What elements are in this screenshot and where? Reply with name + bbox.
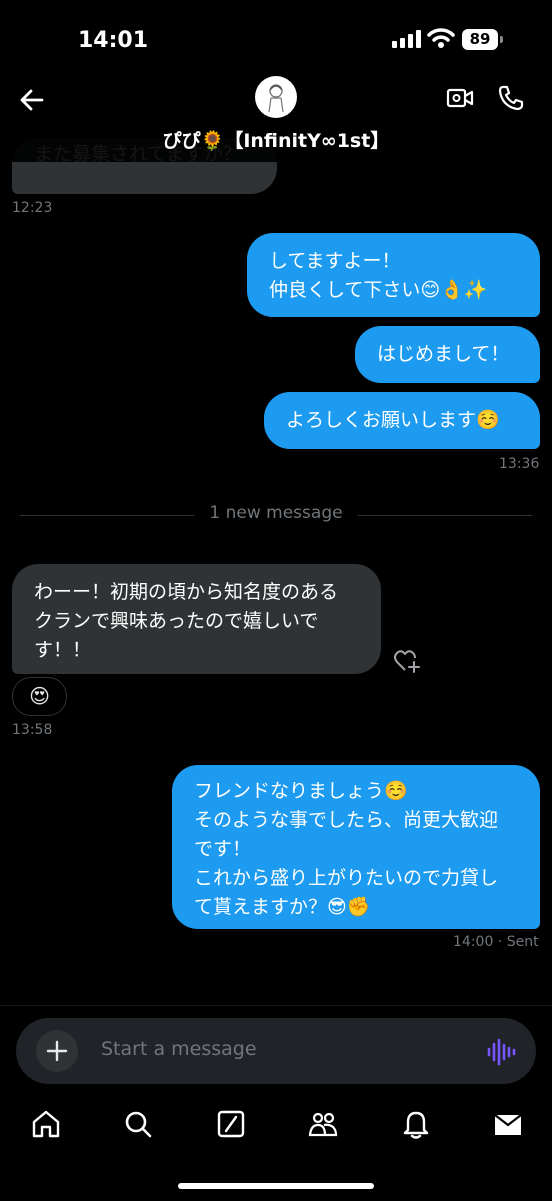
search-icon[interactable]: [122, 1108, 154, 1140]
message-timestamp: 13:58: [12, 722, 53, 738]
wifi-icon: [427, 28, 455, 48]
notifications-icon[interactable]: [400, 1108, 432, 1140]
communities-icon[interactable]: [307, 1108, 339, 1140]
message-reaction[interactable]: 😍: [12, 677, 67, 716]
messages-icon[interactable]: [492, 1108, 524, 1140]
conversation-header: ぴぴ🌻【InfinitY∞1st】: [0, 70, 552, 162]
home-indicator: [178, 1183, 374, 1189]
plus-icon: [46, 1040, 68, 1062]
message-input[interactable]: Start a message: [101, 1038, 257, 1060]
message-bubble-outgoing[interactable]: してますよー！ 仲良くして下さい😊👌✨: [247, 233, 540, 317]
cellular-signal-icon: [392, 30, 421, 48]
battery-indicator: 89: [462, 29, 503, 50]
status-bar: 14:01 89: [0, 0, 552, 80]
avatar[interactable]: [255, 76, 297, 118]
voice-message-icon[interactable]: [486, 1038, 516, 1066]
grok-icon[interactable]: [215, 1108, 247, 1140]
new-message-label: 1 new message: [209, 503, 343, 523]
status-time: 14:01: [78, 28, 149, 53]
message-bubble-outgoing[interactable]: よろしくお願いします☺️: [264, 392, 540, 449]
phone-icon[interactable]: [497, 84, 525, 112]
arrow-left-icon[interactable]: [18, 86, 46, 114]
video-call-icon[interactable]: [446, 86, 474, 110]
message-timestamp: 14:00 · Sent: [453, 934, 539, 950]
add-reaction-icon[interactable]: [393, 648, 421, 674]
message-timestamp: 12:23: [12, 200, 53, 216]
new-message-divider: 1 new message: [20, 501, 532, 529]
conversation-title[interactable]: ぴぴ🌻【InfinitY∞1st】: [0, 126, 552, 153]
message-timestamp: 13:36: [499, 456, 540, 472]
message-bubble-outgoing[interactable]: はじめまして！: [355, 326, 540, 383]
message-bubble-incoming[interactable]: わーー！初期の頃から知名度のある クランで興味あったので嬉しいで す！！: [12, 564, 381, 674]
message-list[interactable]: また募集されてますか？ 12:23 してますよー！ 仲良くして下さい😊👌✨ はじ…: [0, 130, 552, 1005]
message-bubble-outgoing[interactable]: フレンドなりましょう☺️ そのような事でしたら、尚更大歓迎 です！ これから盛り…: [172, 765, 540, 929]
message-composer[interactable]: Start a message: [16, 1018, 536, 1084]
add-attachment-button[interactable]: [36, 1030, 78, 1072]
bottom-nav: [0, 1100, 552, 1150]
home-icon[interactable]: [30, 1108, 62, 1140]
